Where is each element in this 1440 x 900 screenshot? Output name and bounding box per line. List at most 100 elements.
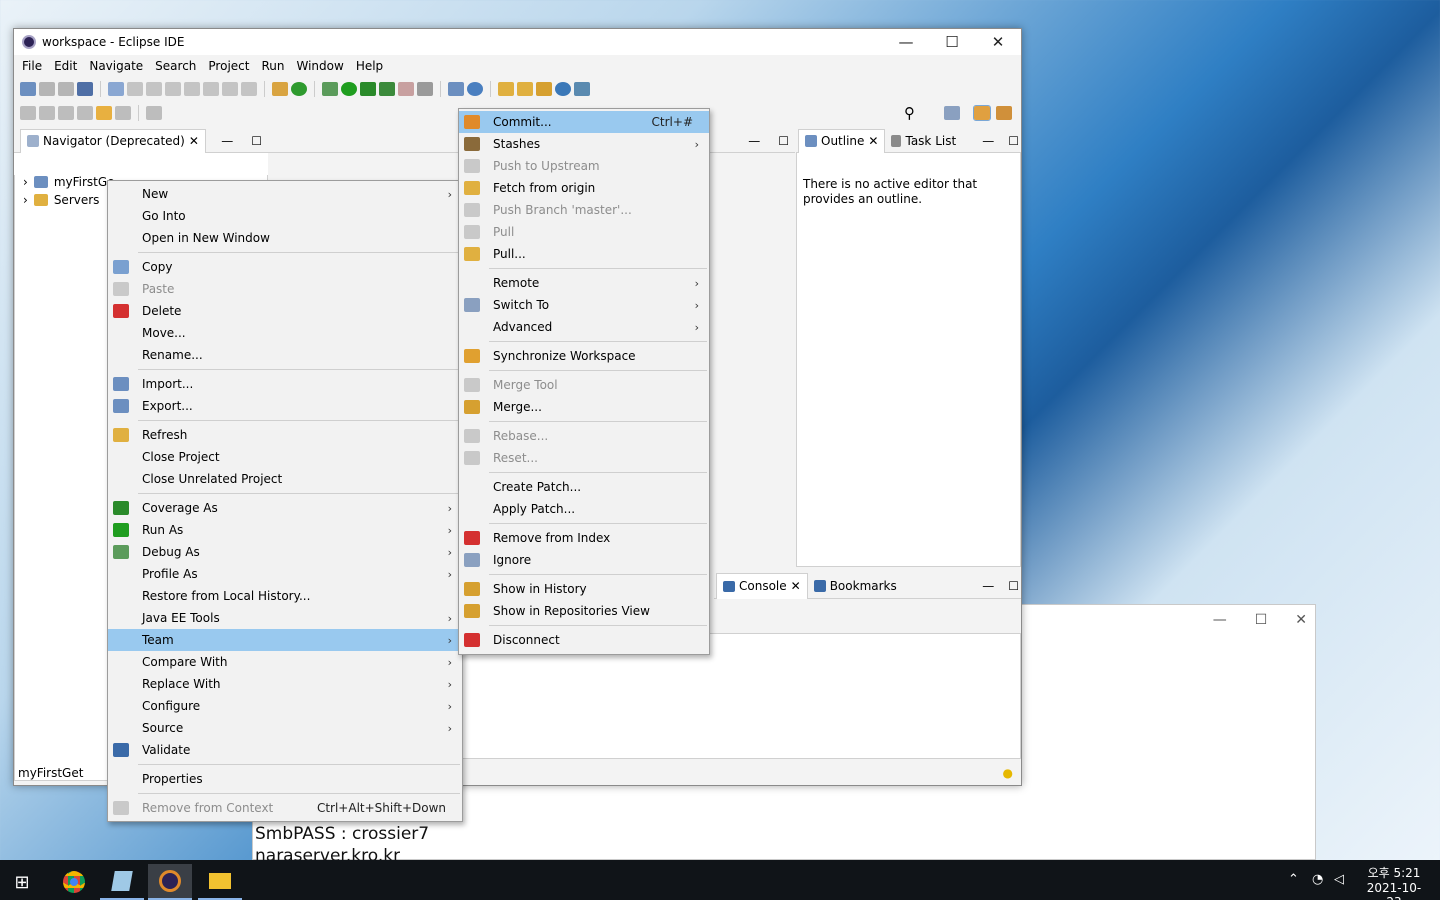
maximize-button[interactable]: ☐ [929, 33, 975, 51]
sync-tool-icon[interactable] [574, 82, 590, 96]
minimize-console-icon[interactable]: — [982, 579, 994, 593]
terminal-icon[interactable] [77, 82, 93, 96]
menu-item-delete[interactable]: Delete [108, 300, 462, 322]
team-item-pull[interactable]: Pull... [459, 243, 709, 265]
java-ee-perspective-icon[interactable] [973, 105, 991, 121]
network-icon[interactable]: ◔ [1312, 872, 1323, 887]
menu-item-coverage-as[interactable]: Coverage As › [108, 497, 462, 519]
close-icon[interactable]: ✕ [868, 134, 878, 148]
menu-item-rename[interactable]: Rename... [108, 344, 462, 366]
chrome-icon[interactable] [52, 864, 96, 900]
open-perspective-icon[interactable] [944, 106, 960, 120]
team-item-push-to-upstream[interactable]: Push to Upstream [459, 155, 709, 177]
chevron-right-icon[interactable]: › [23, 175, 28, 189]
bg-minimize-button[interactable]: — [1213, 612, 1227, 628]
menu-item-import[interactable]: Import... [108, 373, 462, 395]
team-item-synchronize-workspace[interactable]: Synchronize Workspace [459, 345, 709, 367]
new-icon[interactable] [20, 82, 36, 96]
menu-item-move[interactable]: Move... [108, 322, 462, 344]
team-item-ignore[interactable]: Ignore [459, 549, 709, 571]
team-item-switch-to[interactable]: Switch To › [459, 294, 709, 316]
maximize-console-icon[interactable]: ☐ [1008, 579, 1019, 593]
minimize-button[interactable]: — [883, 33, 929, 51]
menu-window[interactable]: Window [290, 59, 349, 73]
stop-icon[interactable] [398, 82, 414, 96]
save-all-icon[interactable] [58, 82, 74, 96]
drop-to-frame-icon[interactable] [272, 82, 288, 96]
tip-icon[interactable]: ● [1003, 766, 1013, 780]
step-into-icon[interactable] [203, 82, 219, 96]
menu-run[interactable]: Run [255, 59, 290, 73]
new-server-icon[interactable] [448, 82, 464, 96]
tab-console[interactable]: Console ✕ [716, 572, 808, 599]
menu-item-run-as[interactable]: Run As › [108, 519, 462, 541]
team-item-commit[interactable]: Commit... Ctrl+# [459, 111, 709, 133]
minimize-outline-icon[interactable]: — [982, 134, 994, 148]
team-item-create-patch[interactable]: Create Patch... [459, 476, 709, 498]
menu-item-open-in-new-window[interactable]: Open in New Window [108, 227, 462, 249]
team-item-fetch-from-origin[interactable]: Fetch from origin [459, 177, 709, 199]
maximize-outline-icon[interactable]: ☐ [1008, 134, 1019, 148]
team-item-remove-from-index[interactable]: Remove from Index [459, 527, 709, 549]
volume-icon[interactable]: ◁ [1334, 872, 1344, 887]
menu-item-configure[interactable]: Configure › [108, 695, 462, 717]
step-return-icon[interactable] [241, 82, 257, 96]
maximize-editor-icon[interactable]: ☐ [778, 134, 789, 148]
minimize-view-icon[interactable]: — [221, 134, 233, 148]
menu-search[interactable]: Search [149, 59, 202, 73]
menu-file[interactable]: File [16, 59, 48, 73]
new-class-icon[interactable] [467, 82, 483, 96]
menu-item-close-project[interactable]: Close Project [108, 446, 462, 468]
close-icon[interactable]: ✕ [189, 134, 199, 148]
team-item-merge-tool[interactable]: Merge Tool [459, 374, 709, 396]
bg-close-button[interactable]: ✕ [1295, 612, 1307, 628]
team-item-push-branch-master[interactable]: Push Branch 'master'... [459, 199, 709, 221]
menu-item-new[interactable]: New › [108, 183, 462, 205]
menu-item-compare-with[interactable]: Compare With › [108, 651, 462, 673]
open-task-icon[interactable] [517, 82, 533, 96]
menu-item-replace-with[interactable]: Replace With › [108, 673, 462, 695]
disconnect-debug-icon[interactable] [184, 82, 200, 96]
eclipse-taskbar-icon[interactable] [148, 864, 192, 900]
next-annotation-icon[interactable] [20, 106, 36, 120]
team-item-merge[interactable]: Merge... [459, 396, 709, 418]
file-explorer-icon[interactable] [198, 864, 242, 900]
suspend-icon[interactable] [146, 82, 162, 96]
team-item-show-in-repositories-view[interactable]: Show in Repositories View [459, 600, 709, 622]
git-perspective-icon[interactable] [996, 106, 1012, 120]
web-browser-icon[interactable] [555, 82, 571, 96]
bg-maximize-button[interactable]: ☐ [1255, 612, 1268, 628]
menu-item-copy[interactable]: Copy [108, 256, 462, 278]
menu-item-debug-as[interactable]: Debug As › [108, 541, 462, 563]
forward-icon[interactable] [115, 106, 131, 120]
team-item-remote[interactable]: Remote › [459, 272, 709, 294]
chevron-right-icon[interactable]: › [23, 193, 28, 207]
resume-icon[interactable] [127, 82, 143, 96]
tab-outline[interactable]: Outline ✕ [798, 128, 886, 153]
menu-item-refresh[interactable]: Refresh [108, 424, 462, 446]
run-icon[interactable] [341, 82, 357, 96]
pin-editor-icon[interactable] [146, 106, 162, 120]
close-icon[interactable]: ✕ [791, 579, 801, 593]
team-item-stashes[interactable]: Stashes › [459, 133, 709, 155]
prev-annotation-icon[interactable] [39, 106, 55, 120]
team-item-disconnect[interactable]: Disconnect [459, 629, 709, 651]
coverage-icon[interactable] [360, 82, 376, 96]
tab-navigator[interactable]: Navigator (Deprecated) ✕ [20, 128, 206, 153]
team-item-reset[interactable]: Reset... [459, 447, 709, 469]
team-item-rebase[interactable]: Rebase... [459, 425, 709, 447]
external-tools-icon[interactable] [379, 82, 395, 96]
menu-item-export[interactable]: Export... [108, 395, 462, 417]
back-icon[interactable] [96, 106, 112, 120]
search-icon[interactable]: ⚲ [904, 104, 915, 122]
tab-bookmarks[interactable]: Bookmarks [813, 579, 897, 593]
team-item-apply-patch[interactable]: Apply Patch... [459, 498, 709, 520]
menu-item-source[interactable]: Source › [108, 717, 462, 739]
menu-item-java-ee-tools[interactable]: Java EE Tools › [108, 607, 462, 629]
menu-project[interactable]: Project [202, 59, 255, 73]
team-item-show-in-history[interactable]: Show in History [459, 578, 709, 600]
menu-help[interactable]: Help [350, 59, 389, 73]
menu-item-close-unrelated-project[interactable]: Close Unrelated Project [108, 468, 462, 490]
menu-navigate[interactable]: Navigate [83, 59, 149, 73]
debug-icon[interactable] [322, 82, 338, 96]
